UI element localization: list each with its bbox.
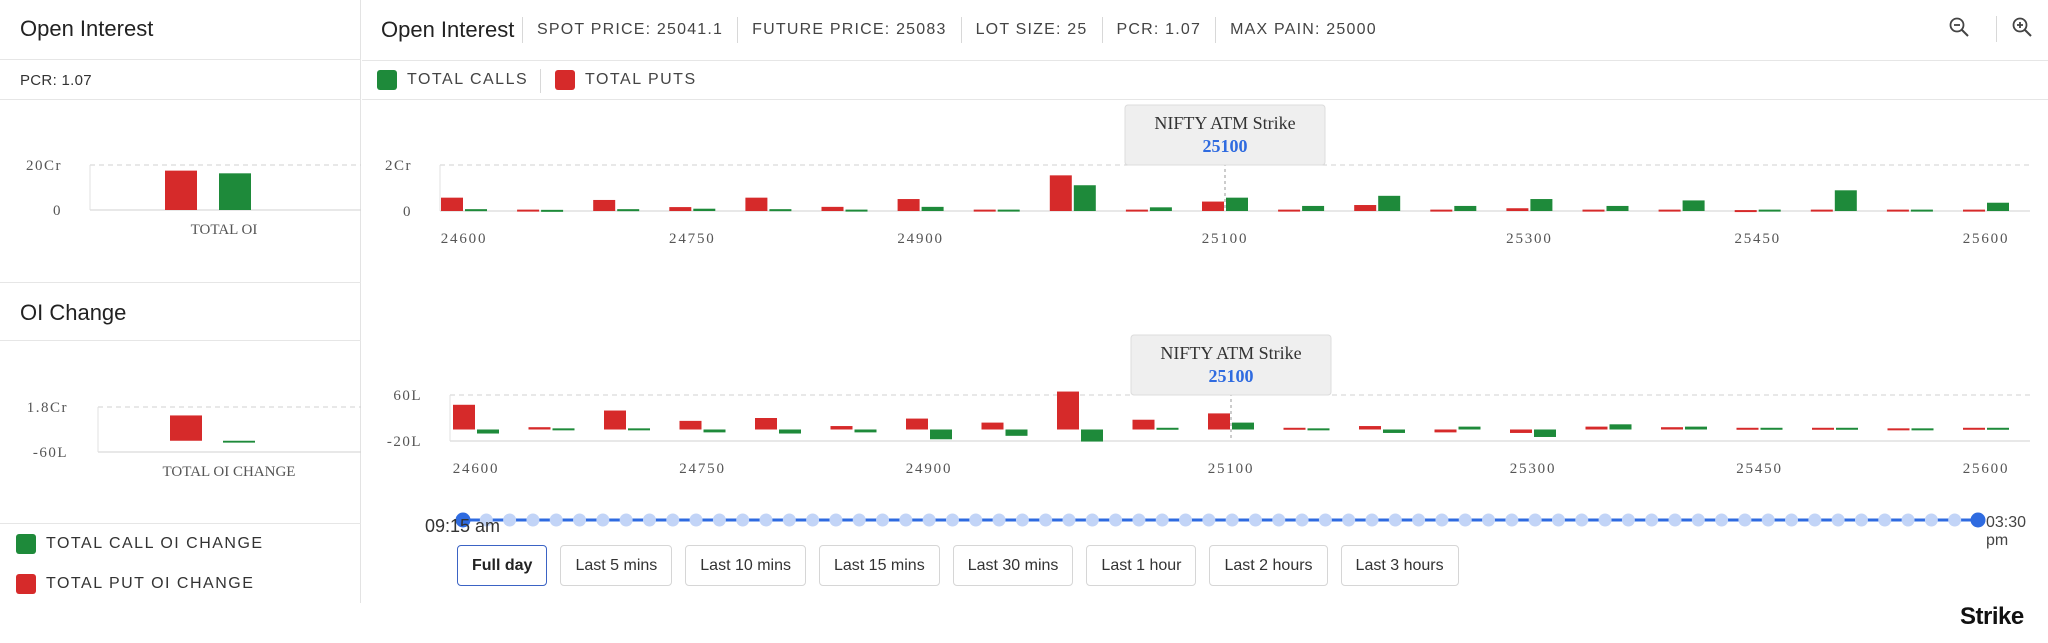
slider-tick[interactable] bbox=[1295, 513, 1309, 527]
slider-tick[interactable] bbox=[1272, 513, 1286, 527]
slider-tick[interactable] bbox=[1598, 513, 1612, 527]
time-end-label: 03:30 pm bbox=[1986, 514, 2027, 549]
slider-tick[interactable] bbox=[922, 513, 936, 527]
slider-tick[interactable] bbox=[1015, 513, 1029, 527]
slider-tick[interactable] bbox=[1505, 513, 1519, 527]
slider-tick[interactable] bbox=[1761, 513, 1775, 527]
slider-tick[interactable] bbox=[969, 513, 983, 527]
slider-tick[interactable] bbox=[642, 513, 656, 527]
last-3-hours-button[interactable]: Last 3 hours bbox=[1340, 545, 1459, 586]
slider-tick[interactable] bbox=[1085, 513, 1099, 527]
full-day-button[interactable]: Full day bbox=[457, 545, 548, 586]
slider-tick[interactable] bbox=[573, 513, 587, 527]
slider-tick[interactable] bbox=[1202, 513, 1216, 527]
slider-tick[interactable] bbox=[503, 513, 517, 527]
slider-tick[interactable] bbox=[759, 513, 773, 527]
slider-tick[interactable] bbox=[876, 513, 890, 527]
slider-tick[interactable] bbox=[1575, 513, 1589, 527]
slider-tick[interactable] bbox=[1621, 513, 1635, 527]
slider-tick[interactable] bbox=[1132, 513, 1146, 527]
slider-tick[interactable] bbox=[526, 513, 540, 527]
slider-tick[interactable] bbox=[1365, 513, 1379, 527]
slider-tick[interactable] bbox=[899, 513, 913, 527]
slider-tick[interactable] bbox=[1412, 513, 1426, 527]
slider-tick[interactable] bbox=[852, 513, 866, 527]
slider-tick[interactable] bbox=[1482, 513, 1496, 527]
slider-tick[interactable] bbox=[619, 513, 633, 527]
slider-tick[interactable] bbox=[1248, 513, 1262, 527]
last-5-mins-button[interactable]: Last 5 mins bbox=[560, 545, 673, 586]
slider-tick[interactable] bbox=[689, 513, 703, 527]
slider-tick[interactable] bbox=[712, 513, 726, 527]
slider-tick[interactable] bbox=[1645, 513, 1659, 527]
brand-logo: Strike bbox=[1960, 603, 2024, 631]
slider-tick[interactable] bbox=[1458, 513, 1472, 527]
time-range-buttons: Full day Last 5 mins Last 10 mins Last 1… bbox=[457, 545, 1459, 586]
last-2-hours-button[interactable]: Last 2 hours bbox=[1209, 545, 1328, 586]
slider-tick[interactable] bbox=[1155, 513, 1169, 527]
slider-tick[interactable] bbox=[1551, 513, 1565, 527]
last-1-hour-button[interactable]: Last 1 hour bbox=[1086, 545, 1197, 586]
slider-tick[interactable] bbox=[1179, 513, 1193, 527]
slider-tick[interactable] bbox=[782, 513, 796, 527]
slider-tick[interactable] bbox=[1388, 513, 1402, 527]
slider-tick[interactable] bbox=[1738, 513, 1752, 527]
slider-tick[interactable] bbox=[1691, 513, 1705, 527]
last-10-mins-button[interactable]: Last 10 mins bbox=[685, 545, 806, 586]
slider-tick[interactable] bbox=[1831, 513, 1845, 527]
slider-tick[interactable] bbox=[1435, 513, 1449, 527]
brand-text: Strike bbox=[1960, 603, 2024, 630]
slider-tick[interactable] bbox=[1668, 513, 1682, 527]
last-30-mins-button[interactable]: Last 30 mins bbox=[952, 545, 1074, 586]
slider-tick[interactable] bbox=[1948, 513, 1962, 527]
last-15-mins-button[interactable]: Last 15 mins bbox=[818, 545, 940, 586]
slider-tick[interactable] bbox=[1109, 513, 1123, 527]
slider-tick[interactable] bbox=[549, 513, 563, 527]
slider-tick[interactable] bbox=[1062, 513, 1076, 527]
slider-tick[interactable] bbox=[992, 513, 1006, 527]
slider-tick[interactable] bbox=[736, 513, 750, 527]
slider-tick[interactable] bbox=[1785, 513, 1799, 527]
slider-tick[interactable] bbox=[1878, 513, 1892, 527]
slider-tick[interactable] bbox=[1528, 513, 1542, 527]
slider-tick[interactable] bbox=[1342, 513, 1356, 527]
slider-tick[interactable] bbox=[666, 513, 680, 527]
slider-end-handle[interactable] bbox=[1970, 512, 1986, 528]
slider-tick[interactable] bbox=[829, 513, 843, 527]
time-start-label: 09:15 am bbox=[425, 516, 501, 536]
slider-tick[interactable] bbox=[1854, 513, 1868, 527]
slider-tick[interactable] bbox=[806, 513, 820, 527]
slider-tick[interactable] bbox=[1225, 513, 1239, 527]
slider-tick[interactable] bbox=[945, 513, 959, 527]
slider-tick[interactable] bbox=[1808, 513, 1822, 527]
slider-tick[interactable] bbox=[1318, 513, 1332, 527]
slider-tick[interactable] bbox=[596, 513, 610, 527]
slider-tick[interactable] bbox=[1715, 513, 1729, 527]
slider-tick[interactable] bbox=[1039, 513, 1053, 527]
slider-tick[interactable] bbox=[1924, 513, 1938, 527]
slider-tick[interactable] bbox=[1901, 513, 1915, 527]
